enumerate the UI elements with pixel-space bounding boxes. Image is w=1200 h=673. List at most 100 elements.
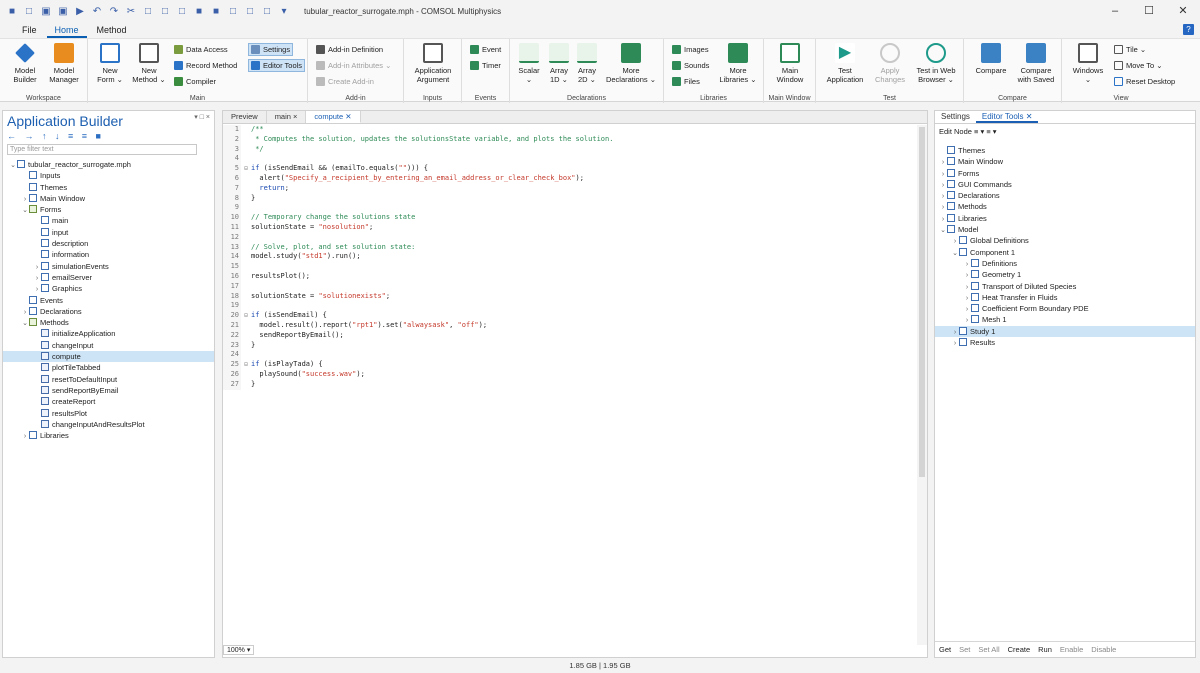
tree-item[interactable]: Events [3, 295, 214, 306]
new-method-button[interactable]: New Method ⌄ [130, 43, 168, 84]
fold-toggle-icon[interactable] [241, 223, 251, 233]
close-button[interactable]: ✕ [1166, 0, 1200, 22]
tree-item[interactable]: input [3, 227, 214, 238]
quick-access-icon[interactable]: ↷ [108, 6, 120, 17]
files-button[interactable]: Files [672, 77, 700, 86]
menu-file[interactable]: File [14, 22, 45, 38]
quick-access-icon[interactable]: ✂ [125, 6, 137, 17]
quick-access-icon[interactable]: □ [176, 6, 188, 17]
quick-access-icon[interactable]: □ [261, 6, 273, 17]
tree-item[interactable]: › Study 1 [935, 325, 1195, 338]
test-application-button[interactable]: ▶ Test Application [822, 43, 868, 84]
fold-toggle-icon[interactable] [241, 331, 251, 341]
fold-toggle-icon[interactable] [241, 184, 251, 194]
editor-tab[interactable]: compute ✕ [306, 111, 361, 123]
editor-tools-button[interactable]: Editor Tools [248, 59, 306, 72]
model-builder-button[interactable]: Model Builder [8, 43, 42, 84]
tree-item[interactable]: › Libraries [3, 430, 214, 441]
tree-item[interactable]: ⌄ Component 1 [935, 247, 1195, 258]
windows-button[interactable]: Windows ⌄ [1068, 43, 1108, 84]
fold-toggle-icon[interactable] [241, 282, 251, 292]
editor-tab[interactable]: Preview [223, 111, 267, 123]
fold-toggle-icon[interactable] [241, 262, 251, 272]
fold-toggle-icon[interactable] [241, 350, 251, 360]
fold-toggle-icon[interactable] [241, 321, 251, 331]
compare-button[interactable]: Compare [972, 43, 1010, 75]
quick-access-icon[interactable]: ▾ [278, 6, 290, 17]
quick-access-icon[interactable]: ■ [193, 6, 205, 17]
fold-toggle-icon[interactable]: ⊟ [241, 311, 251, 321]
tree-item[interactable]: description [3, 238, 214, 249]
quick-access-icon[interactable]: ▶ [74, 6, 86, 17]
fold-toggle-icon[interactable] [241, 341, 251, 351]
tree-item[interactable]: › Forms [935, 168, 1195, 179]
fold-toggle-icon[interactable] [241, 370, 251, 380]
tree-item[interactable]: compute [3, 351, 214, 363]
quick-access-icon[interactable]: □ [244, 6, 256, 17]
tree-item[interactable]: › Geometry 1 [935, 269, 1195, 280]
add-in-attributes-button[interactable]: Add-in Attributes ⌄ [316, 61, 391, 70]
fold-toggle-icon[interactable]: ⊟ [241, 164, 251, 174]
application-argument-button[interactable]: Application Argument [410, 43, 456, 84]
tree-item[interactable]: changeInput [3, 340, 214, 351]
tree-item[interactable]: › Definitions [935, 258, 1195, 269]
tree-item[interactable]: › Coefficient Form Boundary PDE [935, 303, 1195, 314]
fold-toggle-icon[interactable] [241, 301, 251, 311]
fold-toggle-icon[interactable] [241, 145, 251, 155]
fold-toggle-icon[interactable] [241, 213, 251, 223]
quick-access-icon[interactable]: ↶ [91, 6, 103, 17]
compiler-button[interactable]: Compiler [174, 77, 216, 86]
create-add-in-button[interactable]: Create Add-in [316, 77, 374, 86]
main-window-button[interactable]: Main Window [770, 43, 810, 84]
minimize-button[interactable]: – [1098, 0, 1132, 22]
apply-changes-button[interactable]: Apply Changes [870, 43, 910, 84]
code-area[interactable]: 1/** 2 * Computes the solution, updates t… [223, 125, 917, 643]
quick-access-icon[interactable]: □ [23, 6, 35, 17]
tree-item[interactable]: ⌄ Forms [3, 204, 214, 215]
run-button[interactable]: Run [1038, 645, 1052, 654]
tree-item[interactable]: › Mesh 1 [935, 314, 1195, 325]
tree-item[interactable]: sendReportByEmail [3, 385, 214, 396]
quick-access-icon[interactable]: ▣ [57, 6, 69, 17]
tree-item[interactable]: › Declarations [3, 306, 214, 317]
fold-toggle-icon[interactable] [241, 154, 251, 164]
fold-toggle-icon[interactable] [241, 233, 251, 243]
images-button[interactable]: Images [672, 45, 709, 54]
tree-item[interactable]: plotTileTabbed [3, 362, 214, 373]
tree-item[interactable]: Themes [935, 145, 1195, 156]
right-panel-tab[interactable]: Editor Tools ✕ [975, 111, 1039, 123]
more-declarations-button[interactable]: More Declarations ⌄ [602, 43, 660, 84]
expand-arrow-icon[interactable]: › [951, 338, 959, 349]
create-button[interactable]: Create [1008, 645, 1031, 654]
quick-access-icon[interactable]: □ [142, 6, 154, 17]
sounds-button[interactable]: Sounds [672, 61, 709, 70]
tree-item[interactable]: › Heat Transfer in Fluids [935, 292, 1195, 303]
fold-toggle-icon[interactable] [241, 380, 251, 390]
reset-desktop-button[interactable]: Reset Desktop [1114, 77, 1175, 86]
tree-item[interactable]: initializeApplication [3, 328, 214, 339]
tree-item[interactable]: › Libraries [935, 213, 1195, 224]
fold-toggle-icon[interactable] [241, 243, 251, 253]
set-all-button[interactable]: Set All [978, 645, 999, 654]
tree-item[interactable]: ⌄ tubular_reactor_surrogate.mph [3, 159, 214, 170]
add-in-definition-button[interactable]: Add-in Definition [316, 45, 383, 54]
array-2d-button[interactable]: Array 2D ⌄ [574, 43, 600, 84]
tile-button[interactable]: Tile ⌄ [1114, 45, 1146, 54]
fold-toggle-icon[interactable] [241, 135, 251, 145]
fold-toggle-icon[interactable]: ⊟ [241, 360, 251, 370]
tree-item[interactable]: › Methods [935, 201, 1195, 212]
tree-item[interactable]: resetToDefaultInput [3, 374, 214, 385]
tree-item[interactable]: › Main Window [3, 193, 214, 204]
enable-button[interactable]: Enable [1060, 645, 1083, 654]
tree-item[interactable]: › GUI Commands [935, 179, 1195, 190]
panel-controls[interactable]: ▾ □ × [194, 113, 210, 121]
fold-toggle-icon[interactable] [241, 125, 251, 135]
tree-item[interactable]: › emailServer [3, 272, 214, 283]
quick-access-toolbar[interactable]: ■ □ ▣ ▣ ▶ ↶ ↷ ✂ □ □ □ ■ ■ □ □ □ ▾ [0, 6, 290, 17]
model-manager-button[interactable]: Model Manager [44, 43, 84, 84]
editor-scrollbar[interactable] [917, 125, 927, 645]
builder-toolbar[interactable]: ← → ↑ ↓ ≡ ≡ ■ [3, 131, 214, 141]
set-button[interactable]: Set [959, 645, 970, 654]
fold-toggle-icon[interactable] [241, 272, 251, 282]
test-in-web-browser-button[interactable]: Test in Web Browser ⌄ [912, 43, 960, 84]
